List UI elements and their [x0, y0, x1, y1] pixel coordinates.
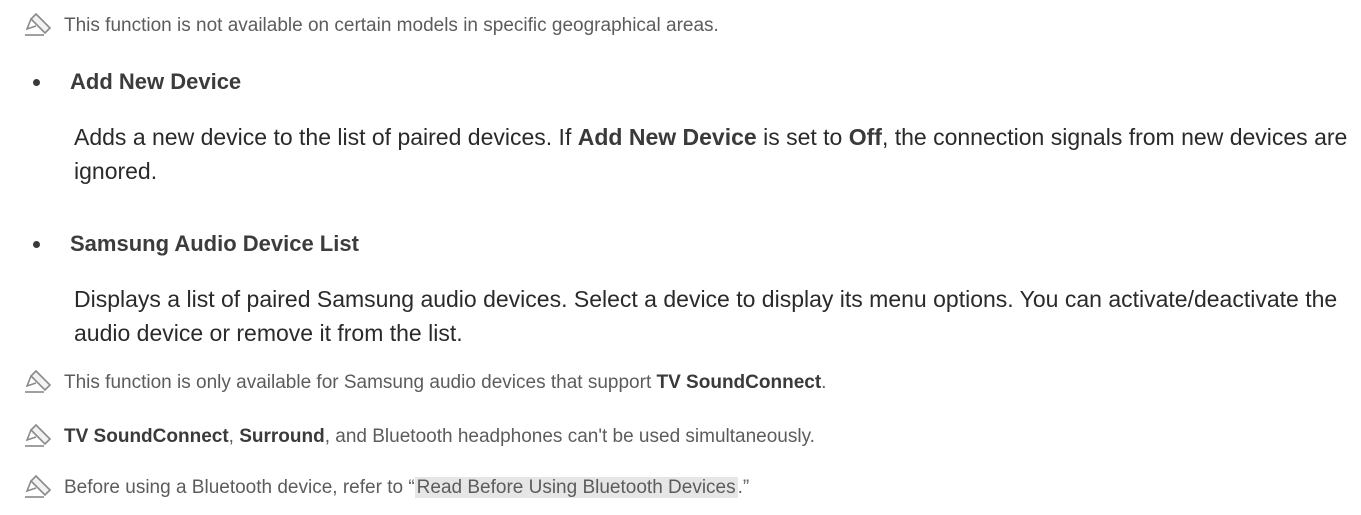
note-text: This function is not available on certai…	[64, 15, 719, 36]
read-before-bluetooth-link[interactable]: Read Before Using Bluetooth Devices	[414, 477, 738, 498]
note-text: This function is only available for Sams…	[64, 372, 827, 393]
option-title: Samsung Audio Device List	[70, 231, 359, 256]
option-samsung-audio-device-list: Samsung Audio Device List	[33, 228, 359, 260]
note-read-before-bluetooth: Before using a Bluetooth device, refer t…	[22, 470, 749, 506]
note-text: Before using a Bluetooth device, refer t…	[64, 477, 750, 498]
pencil-icon	[25, 12, 52, 36]
pencil-icon	[25, 474, 52, 498]
note-geo-availability: This function is not available on certai…	[22, 8, 719, 44]
note-simultaneous-use: TV SoundConnect, Surround, and Bluetooth…	[22, 419, 815, 455]
option-title: Add New Device	[70, 69, 242, 94]
option-description: Adds a new device to the list of paired …	[74, 124, 1348, 184]
option-description: Displays a list of paired Samsung audio …	[74, 286, 1338, 346]
bullet-dot	[33, 78, 40, 86]
option-add-new-device: Add New Device	[33, 66, 241, 98]
pencil-icon	[25, 369, 52, 393]
note-text: TV SoundConnect, Surround, and Bluetooth…	[64, 426, 815, 447]
note-soundconnect-support: This function is only available for Sams…	[22, 365, 826, 401]
pencil-icon	[25, 423, 52, 447]
bullet-dot	[33, 240, 40, 248]
